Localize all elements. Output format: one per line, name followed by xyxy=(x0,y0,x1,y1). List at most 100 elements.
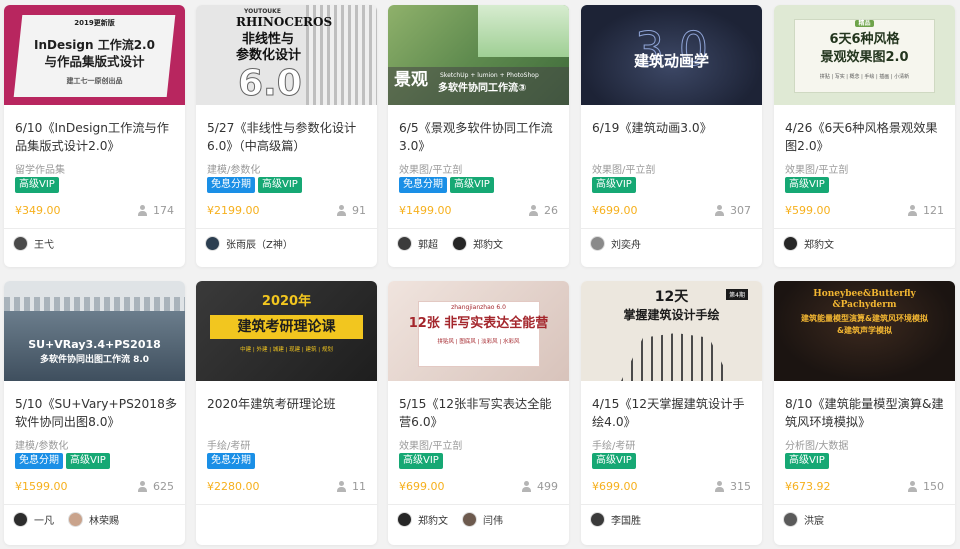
teacher[interactable]: 闫伟 xyxy=(462,512,503,527)
course-card[interactable]: YOUTOUKE RHINOCEROS 非线性与 参数化设计 6.0 5/27《… xyxy=(196,5,377,267)
divider xyxy=(4,228,185,229)
course-title[interactable]: 5/10《SU+Vary+PS2018多软件协同出图8.0》 xyxy=(15,395,177,433)
teacher[interactable]: 刘奕舟 xyxy=(590,236,641,251)
course-tags: 免息分期 高级VIP xyxy=(399,177,494,193)
teacher-list: 郑豹文 闫伟 xyxy=(397,512,503,527)
person-icon xyxy=(715,205,724,216)
course-title[interactable]: 6/5《景观多软件协同工作流3.0》 xyxy=(399,119,561,157)
teacher-list: 郑豹文 xyxy=(783,236,834,251)
course-title[interactable]: 6/19《建筑动画3.0》 xyxy=(592,119,754,157)
vip-tag: 高级VIP xyxy=(66,453,110,469)
course-thumbnail[interactable]: zhangjianzhao 6.0 12张 非写实表达全能营 拼贴风 | 图底风… xyxy=(388,281,569,381)
course-price: ¥699.00 xyxy=(592,480,638,493)
vip-tag: 高级VIP xyxy=(592,453,636,469)
person-icon xyxy=(908,481,917,492)
teacher-name: 郭超 xyxy=(418,240,438,251)
divider xyxy=(774,228,955,229)
teacher-name: 王弋 xyxy=(34,240,54,251)
teacher-list: 李国胜 xyxy=(590,512,641,527)
course-card[interactable]: 12天 掌握建筑设计手绘 第4期 4/15《12天掌握建筑设计手绘4.0》 手绘… xyxy=(581,281,762,545)
course-title[interactable]: 6/10《InDesign工作流与作品集版式设计2.0》 xyxy=(15,119,177,157)
student-count-value: 307 xyxy=(730,204,751,217)
course-category: 建模/参数化 xyxy=(15,441,69,452)
course-price: ¥2280.00 xyxy=(207,480,260,493)
avatar xyxy=(68,512,83,527)
course-thumbnail[interactable]: 3.0 建筑动画学 xyxy=(581,5,762,105)
teacher[interactable]: 郑豹文 xyxy=(783,236,834,251)
course-card[interactable]: 2019更新版 InDesign 工作流2.0 与作品集版式设计 建工七一原创出… xyxy=(4,5,185,267)
course-title[interactable]: 4/15《12天掌握建筑设计手绘4.0》 xyxy=(592,395,754,433)
student-count-value: 625 xyxy=(153,480,174,493)
course-price: ¥699.00 xyxy=(399,480,445,493)
installment-tag: 免息分期 xyxy=(207,453,255,469)
course-thumbnail[interactable]: 12天 掌握建筑设计手绘 第4期 xyxy=(581,281,762,381)
divider xyxy=(774,504,955,505)
divider xyxy=(388,504,569,505)
teacher-name: 郑豹文 xyxy=(418,516,448,527)
course-card[interactable]: SU+VRay3.4+PS2018 多软件协同出图工作流 8.0 5/10《SU… xyxy=(4,281,185,545)
course-price: ¥599.00 xyxy=(785,204,831,217)
course-card[interactable]: zhangjianzhao 6.0 12张 非写实表达全能营 拼贴风 | 图底风… xyxy=(388,281,569,545)
course-title[interactable]: 5/27《非线性与参数化设计6.0》（中高级篇） xyxy=(207,119,369,157)
student-count-value: 150 xyxy=(923,480,944,493)
course-thumbnail[interactable]: SU+VRay3.4+PS2018 多软件协同出图工作流 8.0 xyxy=(4,281,185,381)
student-count: 174 xyxy=(138,204,174,217)
teacher-name: 郑豹文 xyxy=(473,240,503,251)
teacher[interactable]: 李国胜 xyxy=(590,512,641,527)
student-count: 625 xyxy=(138,480,174,493)
course-thumbnail[interactable]: YOUTOUKE RHINOCEROS 非线性与 参数化设计 6.0 xyxy=(196,5,377,105)
teacher[interactable]: 洪宸 xyxy=(783,512,824,527)
course-category: 留学作品集 xyxy=(15,165,65,176)
vip-tag: 高级VIP xyxy=(15,177,59,193)
student-count-value: 91 xyxy=(352,204,366,217)
student-count: 11 xyxy=(337,480,366,493)
avatar xyxy=(13,236,28,251)
student-count: 315 xyxy=(715,480,751,493)
teacher-list: 洪宸 xyxy=(783,512,824,527)
teacher[interactable]: 郭超 xyxy=(397,236,438,251)
course-category: 建模/参数化 xyxy=(207,165,261,176)
installment-tag: 免息分期 xyxy=(15,453,63,469)
teacher-list: 王弋 xyxy=(13,236,54,251)
course-card[interactable]: 3.0 建筑动画学 6/19《建筑动画3.0》 效果图/平立剖 高级VIP ¥6… xyxy=(581,5,762,267)
course-tags: 高级VIP xyxy=(399,453,443,469)
person-icon xyxy=(138,481,147,492)
student-count-value: 11 xyxy=(352,480,366,493)
installment-tag: 免息分期 xyxy=(399,177,447,193)
course-thumbnail[interactable]: Honeybee&Butterfly &Pachyderm 建筑能量模型演算&建… xyxy=(774,281,955,381)
vip-tag: 高级VIP xyxy=(592,177,636,193)
course-category: 分析图/大数据 xyxy=(785,441,849,452)
course-category: 效果图/平立剖 xyxy=(592,165,656,176)
course-category: 手绘/考研 xyxy=(592,441,636,452)
teacher[interactable]: 王弋 xyxy=(13,236,54,251)
course-title[interactable]: 8/10《建筑能量模型演算&建筑风环境模拟》 xyxy=(785,395,947,433)
avatar xyxy=(397,512,412,527)
divider xyxy=(581,228,762,229)
course-price: ¥673.92 xyxy=(785,480,831,493)
course-price: ¥349.00 xyxy=(15,204,61,217)
teacher[interactable]: 林荣赐 xyxy=(68,512,119,527)
course-price: ¥2199.00 xyxy=(207,204,260,217)
avatar xyxy=(452,236,467,251)
course-title[interactable]: 4/26《6天6种风格景观效果图2.0》 xyxy=(785,119,947,157)
course-thumbnail[interactable]: 精品 6天6种风格 景观效果图2.0 拼贴 | 写实 | 概念 | 手绘 | 插… xyxy=(774,5,955,105)
course-card[interactable]: 景观 SketchUp + lumion + PhotoShop 多软件协同工作… xyxy=(388,5,569,267)
divider xyxy=(196,504,377,505)
person-icon xyxy=(715,481,724,492)
teacher[interactable]: 郑豹文 xyxy=(452,236,503,251)
student-count-value: 499 xyxy=(537,480,558,493)
course-thumbnail[interactable]: 2019更新版 InDesign 工作流2.0 与作品集版式设计 建工七一原创出… xyxy=(4,5,185,105)
course-card[interactable]: 精品 6天6种风格 景观效果图2.0 拼贴 | 写实 | 概念 | 手绘 | 插… xyxy=(774,5,955,267)
course-title[interactable]: 5/15《12张非写实表达全能营6.0》 xyxy=(399,395,561,433)
teacher-name: 林荣赐 xyxy=(89,516,119,527)
course-card[interactable]: 2020年 建筑考研理论课 中建 | 外建 | 城建 | 现建 | 建筑 | 规… xyxy=(196,281,377,545)
person-icon xyxy=(337,481,346,492)
teacher[interactable]: 郑豹文 xyxy=(397,512,448,527)
teacher[interactable]: 张雨辰（Z神） xyxy=(205,236,293,251)
course-thumbnail[interactable]: 景观 SketchUp + lumion + PhotoShop 多软件协同工作… xyxy=(388,5,569,105)
course-title[interactable]: 2020年建筑考研理论班 xyxy=(207,395,369,433)
student-count: 150 xyxy=(908,480,944,493)
course-card[interactable]: Honeybee&Butterfly &Pachyderm 建筑能量模型演算&建… xyxy=(774,281,955,545)
course-thumbnail[interactable]: 2020年 建筑考研理论课 中建 | 外建 | 城建 | 现建 | 建筑 | 规… xyxy=(196,281,377,381)
teacher[interactable]: 一凡 xyxy=(13,512,54,527)
